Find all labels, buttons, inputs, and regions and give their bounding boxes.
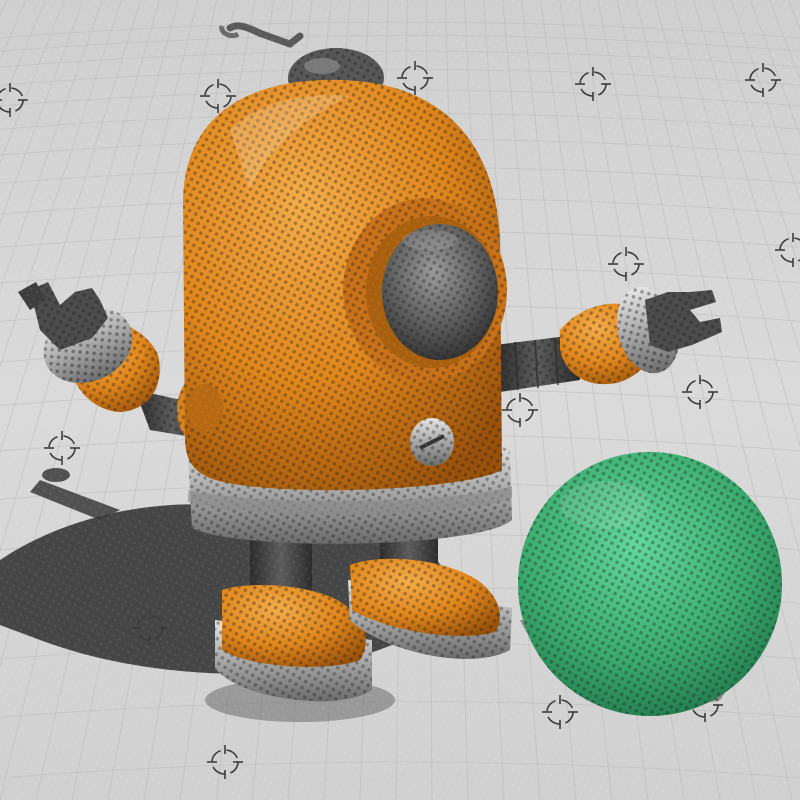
- porthole-eye: [343, 198, 507, 382]
- shoulder-joint: [187, 384, 223, 432]
- render-viewport: [0, 0, 800, 800]
- robot-scene-illustration: [0, 0, 800, 800]
- bolt-icon: [410, 418, 454, 466]
- green-ball: [518, 452, 782, 716]
